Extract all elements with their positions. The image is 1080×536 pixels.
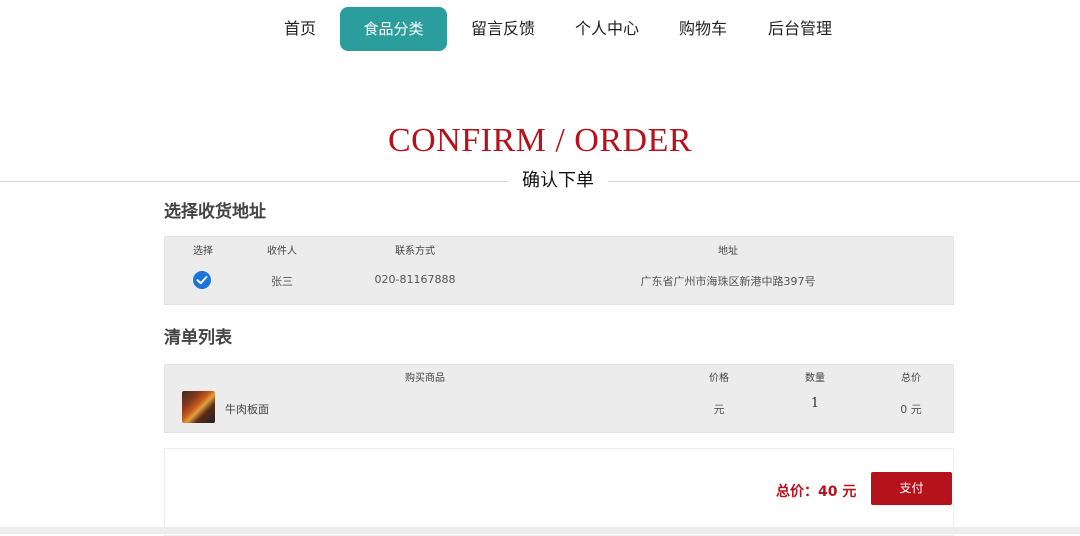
address-full: 广东省广州市海珠区新港中路397号	[640, 275, 816, 288]
address-header-address: 地址	[718, 246, 738, 257]
nav-item-food-category[interactable]: 食品分类	[340, 7, 447, 51]
address-section-title: 选择收货地址	[164, 202, 266, 222]
items-header-subtotal: 总价	[901, 373, 921, 384]
nav-item-cart[interactable]: 购物车	[674, 7, 732, 51]
pay-button[interactable]: 支付	[871, 472, 952, 505]
address-recipient-name: 张三	[271, 275, 293, 288]
nav-item-admin[interactable]: 后台管理	[763, 7, 837, 51]
items-section-title: 清单列表	[164, 328, 232, 348]
nav-item-user-center[interactable]: 个人中心	[570, 7, 644, 51]
check-icon	[196, 276, 208, 285]
nav-item-home[interactable]: 首页	[276, 7, 324, 51]
items-header-product: 购买商品	[405, 373, 445, 384]
address-phone: 020-81167888	[374, 273, 456, 286]
order-total: 总价：40 元	[776, 484, 857, 500]
address-selected-checkbox[interactable]	[193, 271, 211, 289]
items-header-quantity: 数量	[805, 373, 825, 384]
address-header-phone: 联系方式	[395, 246, 435, 257]
top-nav: 首页 食品分类 留言反馈 个人中心 购物车 后台管理	[0, 7, 1080, 52]
bottom-bar	[0, 527, 1080, 534]
product-subtotal: 0 元	[900, 403, 922, 416]
page-subtitle: 确认下单	[508, 168, 608, 194]
page-hero-title: CONFIRM / ORDER	[387, 122, 693, 159]
product-name: 牛肉板面	[225, 403, 269, 416]
product-thumbnail	[182, 391, 215, 423]
address-table: 选择 收件人 联系方式 地址 张三 020-81167888 广东省广州市海珠区…	[164, 236, 954, 305]
items-header-price: 价格	[709, 373, 729, 384]
product-price: 元	[713, 403, 725, 416]
order-items-table: 购买商品 价格 数量 总价 牛肉板面 元 1 0 元	[164, 364, 954, 433]
address-header-recipient: 收件人	[267, 246, 297, 257]
nav-item-feedback[interactable]: 留言反馈	[466, 7, 540, 51]
address-header-select: 选择	[193, 246, 213, 257]
product-quantity[interactable]: 1	[805, 396, 825, 411]
